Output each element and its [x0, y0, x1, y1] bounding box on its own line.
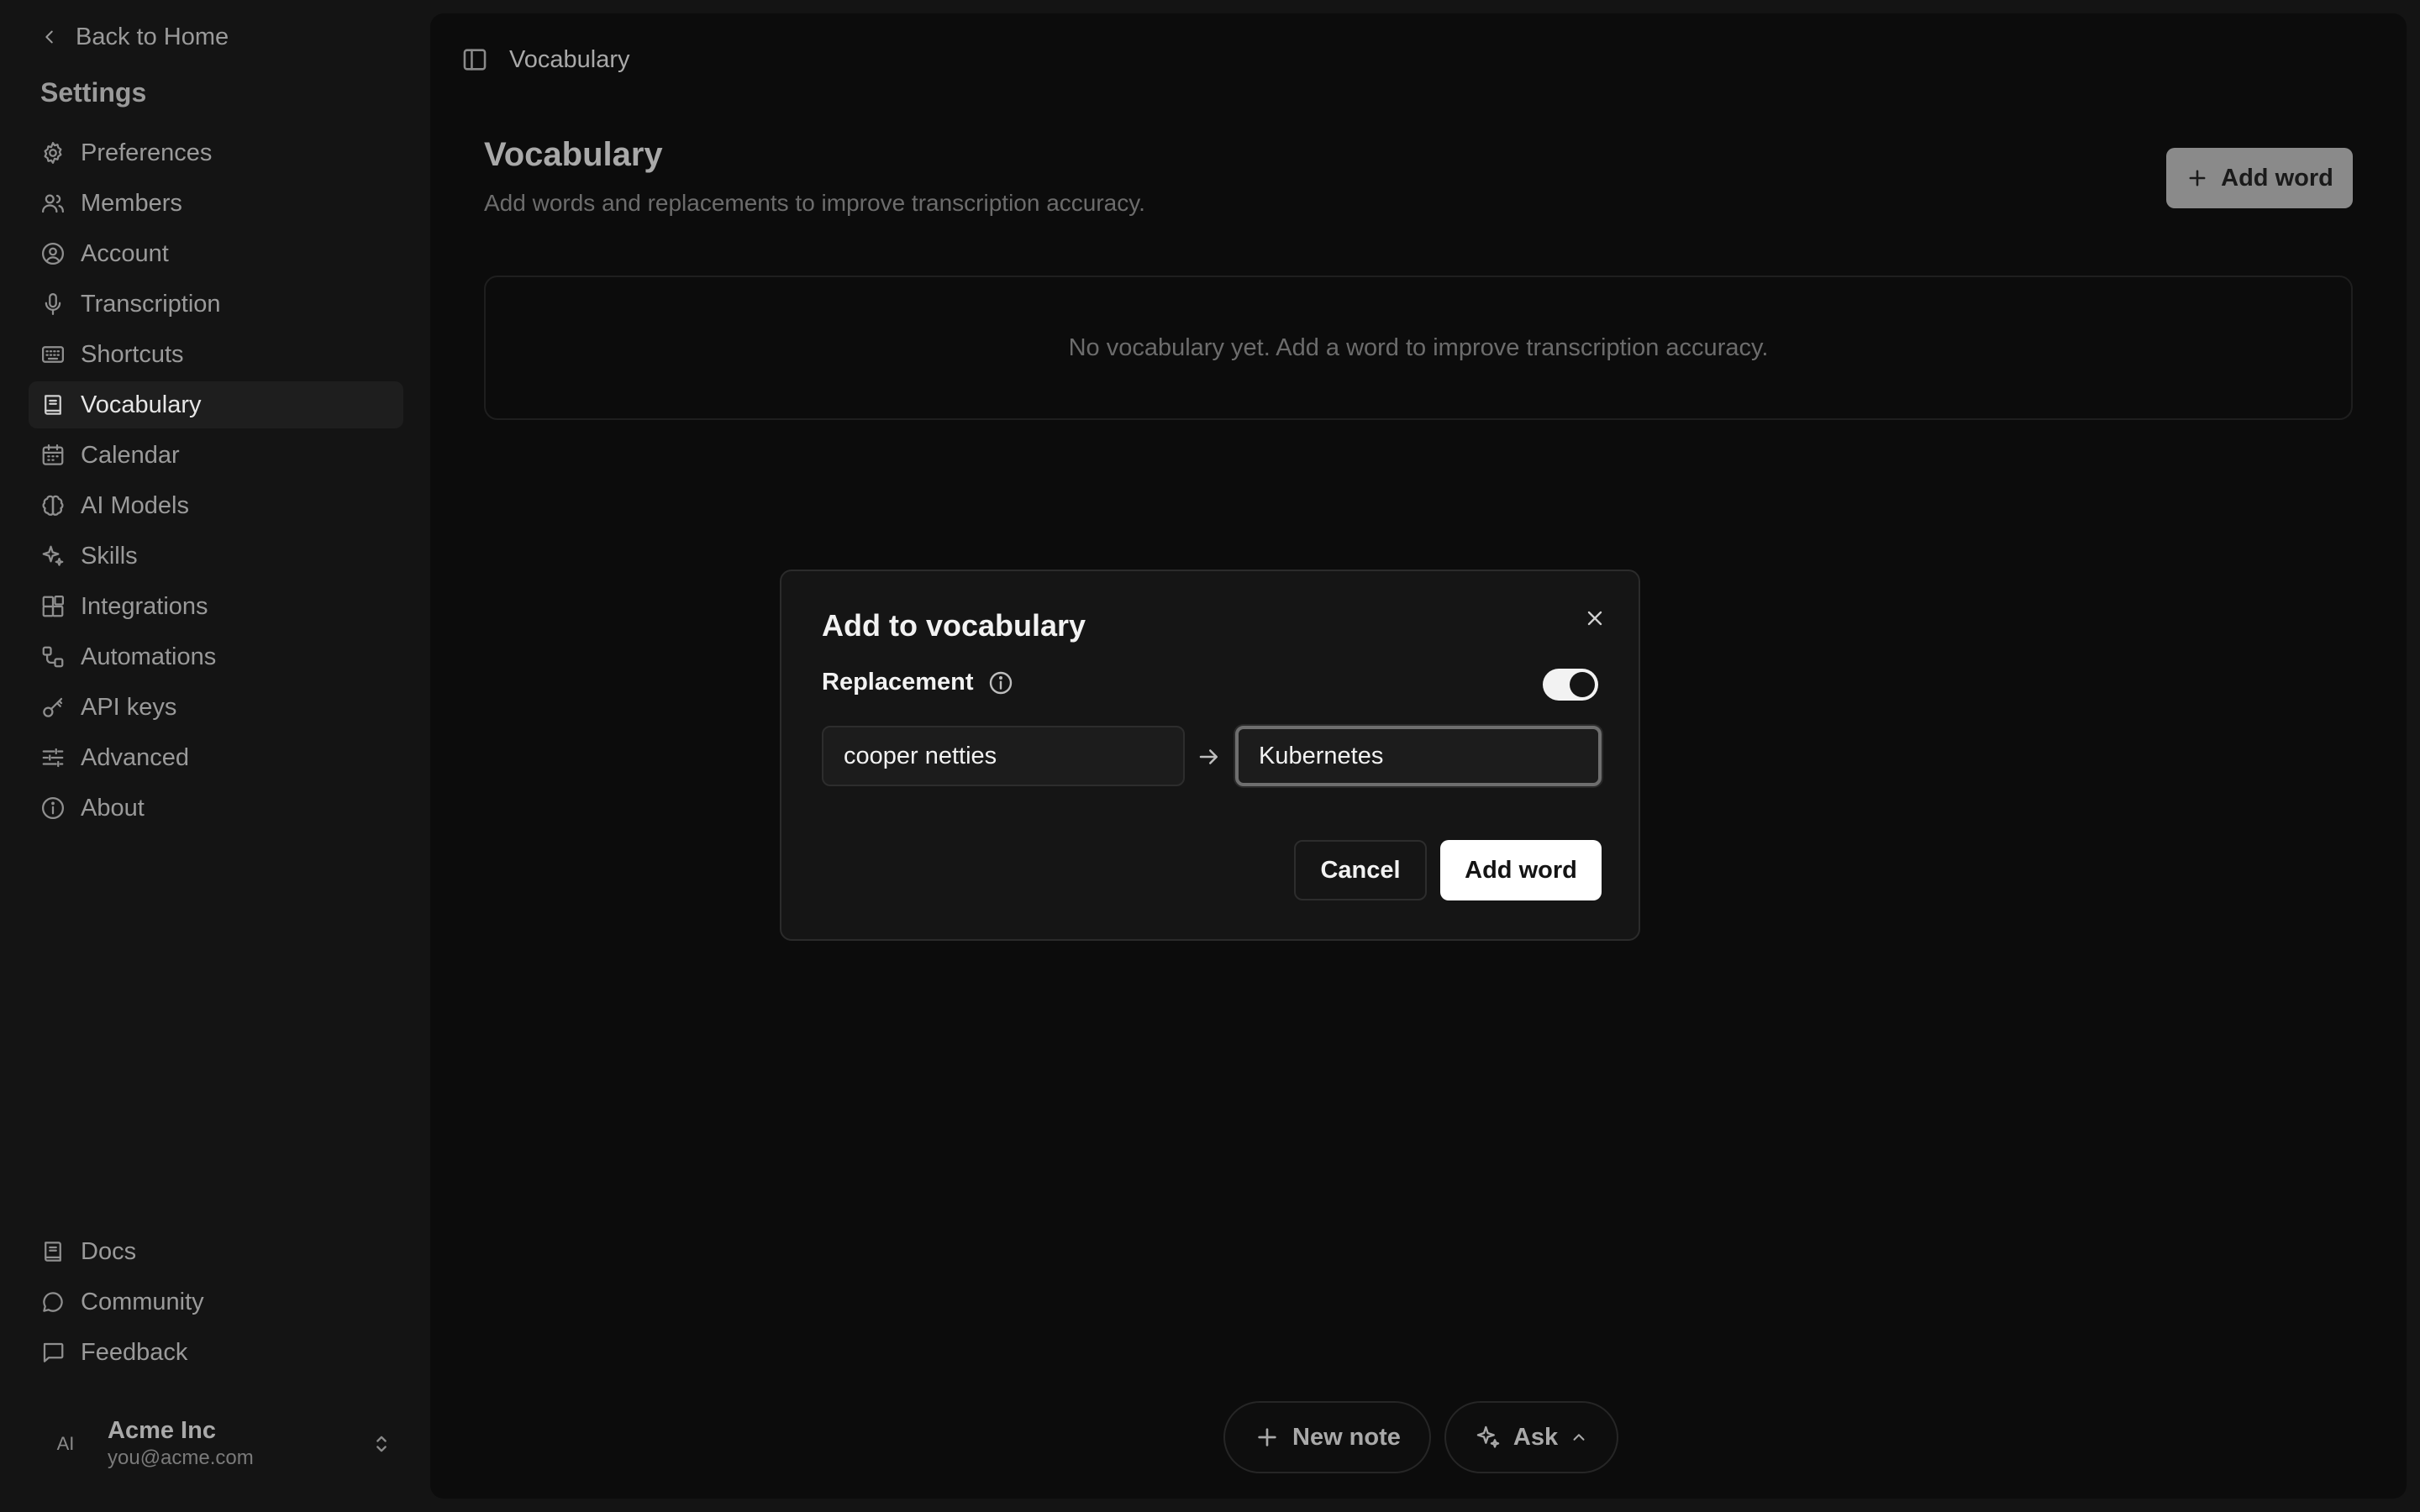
sidebar-item-vocabulary[interactable]: Vocabulary [29, 381, 403, 428]
sidebar-item-feedback[interactable]: Feedback [29, 1329, 403, 1376]
chevron-up-icon [1573, 1434, 1585, 1441]
topbar: Vocabulary [460, 39, 630, 81]
ask-label: Ask [1512, 1423, 1559, 1451]
sidebar-item-label: About [81, 794, 145, 822]
brain-icon [42, 495, 64, 516]
sidebar-item-label: Integrations [81, 592, 208, 620]
sidebar-item-label: API keys [81, 693, 177, 721]
sidebar-item-preferences[interactable]: Preferences [29, 129, 403, 176]
book-icon [45, 1242, 61, 1262]
plus-icon [1258, 1428, 1276, 1446]
sidebar-item-community[interactable]: Community [29, 1278, 403, 1326]
toggle-knob [1570, 672, 1595, 697]
add-vocabulary-dialog: Add to vocabulary Replacement Cancel Add… [780, 570, 1640, 941]
page-subtitle: Add words and replacements to improve tr… [484, 190, 1145, 216]
book-icon [45, 395, 61, 415]
sidebar-item-automations[interactable]: Automations [29, 633, 403, 680]
arrow-right-icon [1199, 749, 1218, 764]
app-window: Back to Home Settings Preferences Member… [0, 0, 2420, 1512]
original-word-input[interactable] [822, 726, 1185, 786]
empty-state-message: No vocabulary yet. Add a word to improve… [1068, 333, 1769, 361]
user-name: Acme Inc [108, 1417, 216, 1444]
sidebar-item-label: Automations [81, 643, 217, 670]
sparkles-icon [1476, 1425, 1500, 1448]
cancel-button[interactable]: Cancel [1294, 840, 1427, 900]
avatar: AI [56, 1433, 75, 1454]
dialog-title: Add to vocabulary [822, 608, 1086, 643]
user-email: you@acme.com [108, 1446, 254, 1469]
sidebar-item-docs[interactable]: Docs [29, 1228, 403, 1275]
add-word-button[interactable]: Add word [2166, 148, 2353, 208]
user-info: Acme Inc you@acme.com [108, 1416, 370, 1472]
info-icon [42, 797, 64, 819]
replacement-label: Replacement [822, 669, 974, 696]
new-note-button[interactable]: New note [1223, 1401, 1431, 1473]
users-icon [42, 194, 64, 213]
chat-bubble-icon [43, 1292, 63, 1312]
replacement-toggle[interactable] [1543, 669, 1598, 701]
microphone-icon [45, 293, 61, 315]
keyboard-icon [42, 346, 64, 363]
sidebar-item-transcription[interactable]: Transcription [29, 281, 403, 328]
sidebar-item-members[interactable]: Members [29, 180, 403, 227]
sidebar-item-label: Shortcuts [81, 340, 184, 368]
sliders-icon [42, 748, 64, 768]
sidebar-bottom-nav: Docs Community Feedback [29, 1228, 403, 1379]
sidebar-item-label: Account [81, 239, 169, 267]
blocks-icon [42, 596, 64, 617]
info-icon[interactable] [987, 669, 1014, 696]
close-dialog-button[interactable] [1578, 601, 1612, 635]
bottom-action-bar: New note Ask [1223, 1401, 1619, 1473]
sidebar-item-about[interactable]: About [29, 785, 403, 832]
replacement-word-input[interactable] [1235, 726, 1602, 786]
sidebar-item-label: Docs [81, 1237, 137, 1265]
sidebar-item-skills[interactable]: Skills [29, 533, 403, 580]
chevron-left-icon [45, 30, 53, 44]
sidebar-item-calendar[interactable]: Calendar [29, 432, 403, 479]
sidebar-item-account[interactable]: Account [29, 230, 403, 277]
back-to-home-label: Back to Home [76, 23, 229, 50]
account-switcher[interactable]: AI Acme Inc you@acme.com [40, 1415, 393, 1473]
sidebar-item-label: Vocabulary [81, 391, 202, 418]
sidebar-title: Settings [40, 77, 147, 108]
sidebar-toggle-icon[interactable] [460, 45, 489, 74]
message-square-icon [43, 1342, 64, 1362]
plus-icon [2189, 170, 2206, 186]
gear-icon [44, 142, 62, 164]
sidebar-item-label: Calendar [81, 441, 180, 469]
sidebar-nav: Preferences Members Account Transcriptio… [29, 129, 403, 835]
sidebar-item-label: Community [81, 1288, 204, 1315]
page-title: Vocabulary [484, 136, 663, 173]
sparkles-icon [42, 545, 64, 566]
sidebar-item-ai-models[interactable]: AI Models [29, 482, 403, 529]
sidebar-item-label: AI Models [81, 491, 189, 519]
workflow-icon [42, 646, 64, 668]
sidebar-item-shortcuts[interactable]: Shortcuts [29, 331, 403, 378]
vocabulary-empty-state: No vocabulary yet. Add a word to improve… [484, 276, 2353, 420]
sidebar-item-label: Transcription [81, 290, 221, 318]
confirm-add-word-button[interactable]: Add word [1440, 840, 1602, 900]
chevrons-up-down-icon [376, 1436, 387, 1452]
replacement-row: Replacement [822, 669, 1014, 696]
key-icon [43, 697, 63, 717]
sidebar-item-label: Members [81, 189, 182, 217]
ask-button[interactable]: Ask [1444, 1401, 1619, 1473]
new-note-label: New note [1292, 1423, 1401, 1451]
sidebar-item-integrations[interactable]: Integrations [29, 583, 403, 630]
sidebar-item-label: Advanced [81, 743, 189, 771]
settings-sidebar: Back to Home Settings Preferences Member… [0, 0, 430, 1512]
sidebar-item-advanced[interactable]: Advanced [29, 734, 403, 781]
back-to-home-link[interactable]: Back to Home [40, 20, 229, 54]
close-icon [1587, 611, 1602, 626]
sidebar-item-label: Preferences [81, 139, 213, 166]
add-word-label: Add word [2221, 164, 2333, 192]
sidebar-item-label: Skills [81, 542, 138, 570]
sidebar-item-api-keys[interactable]: API keys [29, 684, 403, 731]
breadcrumb: Vocabulary [509, 45, 630, 73]
user-circle-icon [42, 243, 64, 265]
calendar-icon [42, 444, 64, 465]
sidebar-item-label: Feedback [81, 1338, 188, 1366]
